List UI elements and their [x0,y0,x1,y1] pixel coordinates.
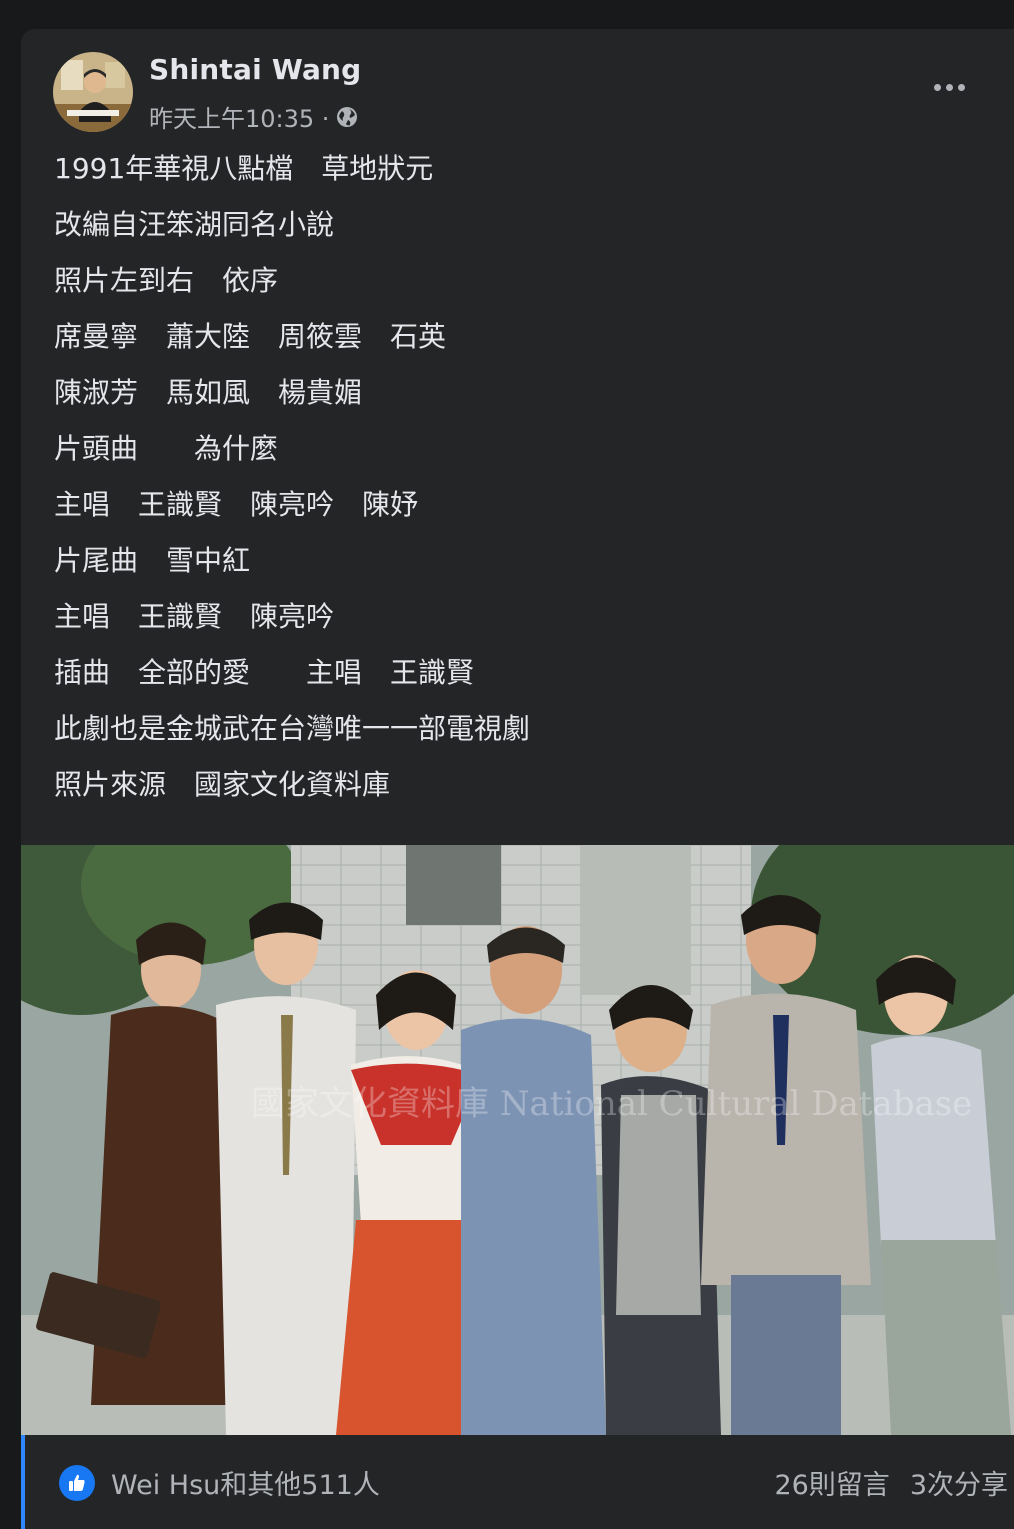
post-stats: 26則留言 3次分享 [774,1463,1008,1502]
post-card: Shintai Wang 昨天上午10:35 · 1991年華視八點檔 草地狀元… [21,29,1014,1529]
post-photo[interactable]: 國家文化資料庫 National Cultural Database [21,845,1014,1435]
thumbs-up-icon[interactable] [59,1465,95,1501]
post-text-line: 1991年華視八點檔 草地狀元 [54,152,434,185]
more-options-icon[interactable] [929,75,969,99]
post-text-line: 陳淑芳 馬如風 楊貴媚 [54,376,363,409]
post-meta: 昨天上午10:35 · [149,99,359,134]
post-text-line: 主唱 王識賢 陳亮吟 [54,600,335,633]
post-text-line: 主唱 王識賢 陳亮吟 陳妤 [54,488,419,521]
post-text-line: 改編自汪笨湖同名小說 [54,208,335,241]
post-text-line: 照片左到右 依序 [54,264,279,297]
shares-count[interactable]: 3次分享 [910,1463,1008,1502]
likes-count[interactable]: Wei Hsu和其他511人 [111,1463,380,1502]
post-timestamp[interactable]: 昨天上午10:35 · [149,99,329,134]
globe-icon[interactable] [335,105,359,129]
post-text-line: 席曼寧 蕭大陸 周筱雲 石英 [54,320,447,353]
cast-photo-illustration: 國家文化資料庫 National Cultural Database [21,845,1014,1435]
post-header: Shintai Wang 昨天上午10:35 · [21,29,1014,139]
post-text-line: 照片來源 國家文化資料庫 [54,768,391,801]
post-footer: Wei Hsu和其他511人 26則留言 3次分享 [21,1435,1014,1529]
author-avatar[interactable] [53,52,133,132]
post-text-line: 片尾曲 雪中紅 [54,544,251,577]
photo-watermark: 國家文化資料庫 National Cultural Database [251,1084,972,1124]
author-name[interactable]: Shintai Wang [149,53,361,86]
post-text-line: 此劇也是金城武在台灣唯一一部電視劇 [54,712,531,745]
post-text-line: 插曲 全部的愛 主唱 王識賢 [54,656,475,689]
post-text: 1991年華視八點檔 草地狀元 改編自汪笨湖同名小說 照片左到右 依序 席曼寧 … [54,147,994,819]
post-text-line: 片頭曲 為什麼 [54,432,279,465]
comments-count[interactable]: 26則留言 [774,1463,889,1502]
